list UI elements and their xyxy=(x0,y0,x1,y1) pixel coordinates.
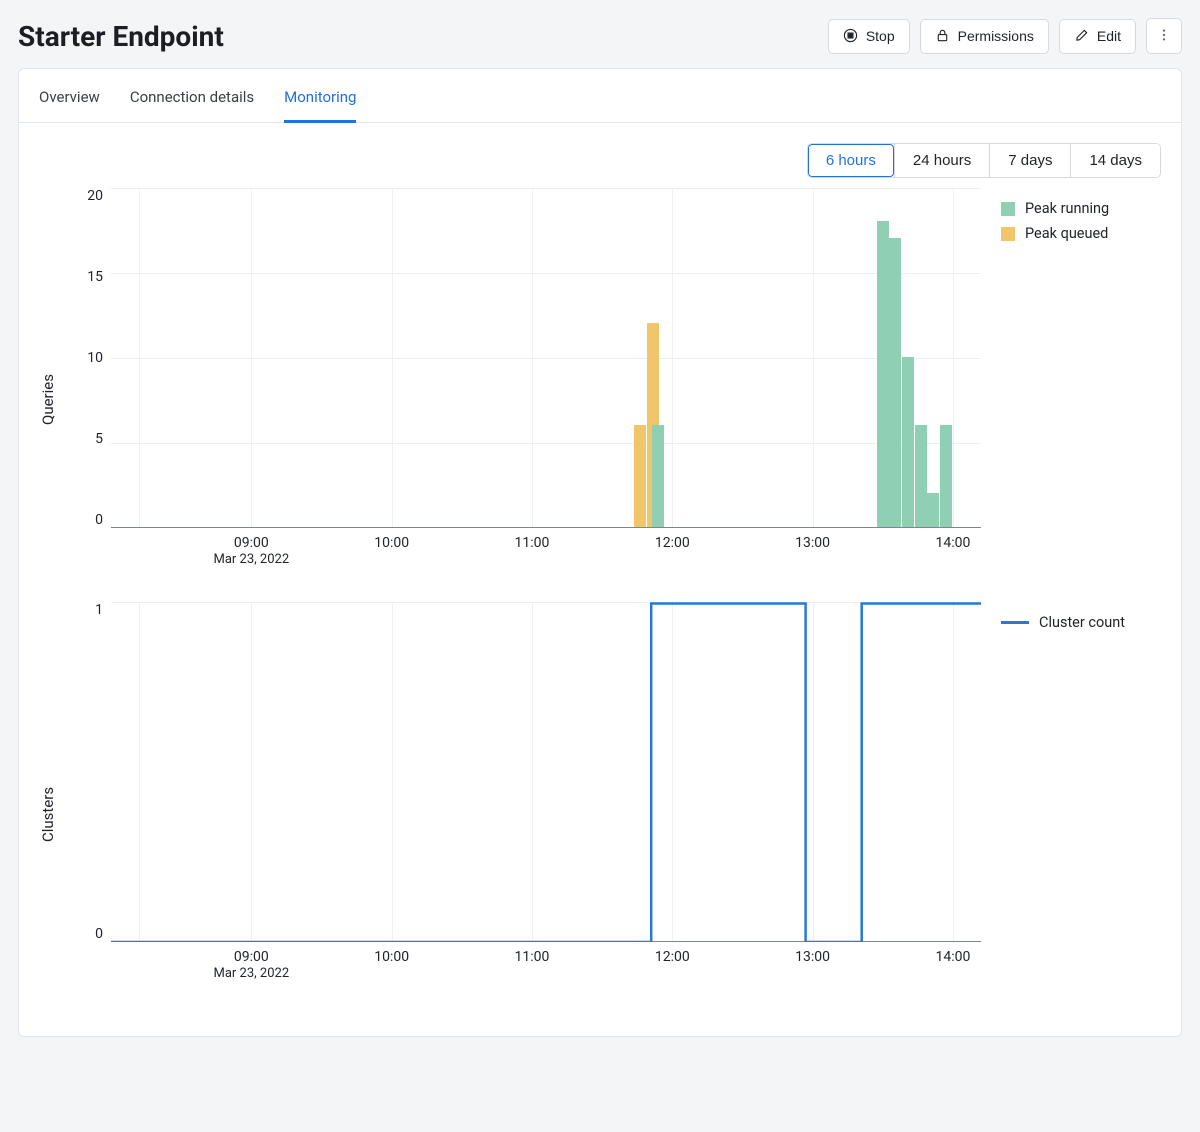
legend: Cluster count xyxy=(1001,602,1161,986)
tab-overview[interactable]: Overview xyxy=(39,88,100,123)
edit-button[interactable]: Edit xyxy=(1059,19,1136,54)
kebab-icon xyxy=(1157,28,1171,45)
legend-item-running: Peak running xyxy=(1001,200,1161,217)
permissions-button[interactable]: Permissions xyxy=(920,19,1049,54)
bar-running xyxy=(652,425,664,527)
legend-swatch xyxy=(1001,202,1015,216)
stop-button-label: Stop xyxy=(866,29,895,43)
y-ticks: 10 xyxy=(73,602,103,942)
tabs: Overview Connection details Monitoring xyxy=(19,69,1181,123)
legend-swatch xyxy=(1001,227,1015,241)
legend-label: Peak running xyxy=(1025,200,1109,217)
plot-area xyxy=(111,602,981,942)
bar-running xyxy=(889,238,901,527)
tab-monitoring[interactable]: Monitoring xyxy=(284,88,356,123)
bar-running xyxy=(927,493,939,527)
bar-queued xyxy=(634,425,646,527)
time-range-segmented: 6 hours24 hours7 days14 days xyxy=(807,143,1161,178)
legend-label: Peak queued xyxy=(1025,225,1108,242)
time-range-6-hours[interactable]: 6 hours xyxy=(808,144,894,177)
edit-icon xyxy=(1074,28,1089,45)
header-actions: Stop Permissions Edit xyxy=(828,18,1182,54)
cluster-count-line xyxy=(111,604,981,943)
x-ticks: 09:00Mar 23, 202210:0011:0012:0013:0014:… xyxy=(111,528,981,572)
x-ticks: 09:00Mar 23, 202210:0011:0012:0013:0014:… xyxy=(111,942,981,986)
plot-wrap: 2015105009:00Mar 23, 202210:0011:0012:00… xyxy=(77,188,981,572)
legend-swatch xyxy=(1001,621,1029,624)
time-range-7-days[interactable]: 7 days xyxy=(989,144,1070,177)
legend-label: Cluster count xyxy=(1039,614,1125,631)
legend-item-cluster: Cluster count xyxy=(1001,614,1161,631)
time-range-14-days[interactable]: 14 days xyxy=(1070,144,1160,177)
lock-icon xyxy=(935,28,950,45)
chart-clusters: Clusters 1009:00Mar 23, 202210:0011:0012:… xyxy=(39,602,1161,986)
stop-button[interactable]: Stop xyxy=(828,19,910,54)
permissions-button-label: Permissions xyxy=(958,29,1034,43)
y-axis-label: Clusters xyxy=(39,602,57,986)
plot-wrap: 1009:00Mar 23, 202210:0011:0012:0013:001… xyxy=(77,602,981,986)
chart-queries: Queries2015105009:00Mar 23, 202210:0011:… xyxy=(39,188,1161,572)
page-title: Starter Endpoint xyxy=(18,20,224,53)
plot-area xyxy=(111,188,981,528)
bar-running xyxy=(877,221,889,527)
legend: Peak running Peak queued xyxy=(1001,188,1161,572)
bar-running xyxy=(940,425,952,527)
bar-running xyxy=(915,425,927,527)
y-ticks: 20151050 xyxy=(73,188,103,528)
time-range-24-hours[interactable]: 24 hours xyxy=(894,144,989,177)
y-axis-label: Queries xyxy=(39,188,57,572)
stop-icon xyxy=(843,28,858,45)
bar-running xyxy=(902,357,914,527)
edit-button-label: Edit xyxy=(1097,29,1121,43)
kebab-menu-button[interactable] xyxy=(1146,18,1182,54)
legend-item-queued: Peak queued xyxy=(1001,225,1161,242)
tab-connection-details[interactable]: Connection details xyxy=(130,88,254,123)
main-card: Overview Connection details Monitoring 6 h… xyxy=(18,68,1182,1037)
